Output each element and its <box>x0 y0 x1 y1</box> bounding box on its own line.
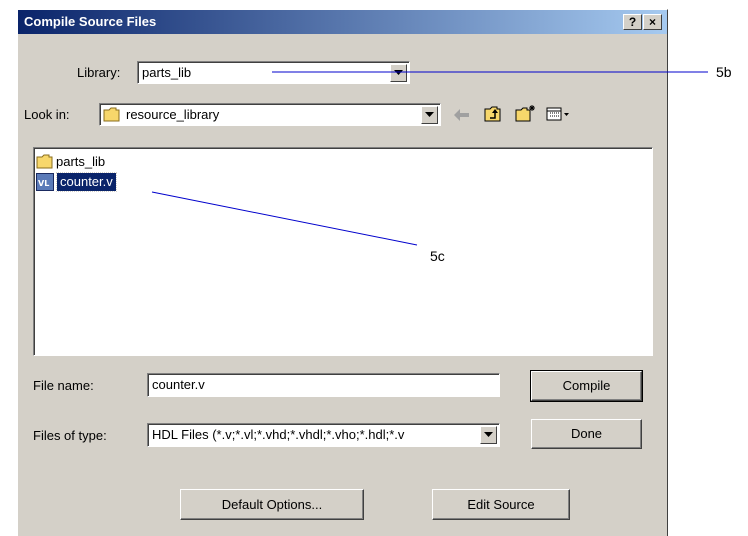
callout-label-5c: 5c <box>430 248 445 264</box>
callout-lines <box>151 71 708 246</box>
callout-label-5b: 5b <box>716 64 732 80</box>
callout-line-5c <box>151 191 418 246</box>
